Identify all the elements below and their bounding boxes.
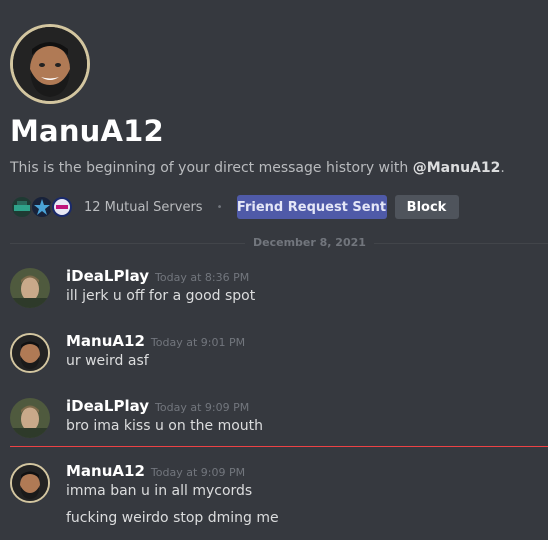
message-text: bro ima kiss u on the mouth	[66, 418, 264, 434]
message-author[interactable]: iDeaLPlay	[66, 267, 149, 285]
message-text: imma ban u in all mycords	[66, 483, 253, 499]
message-text: ill jerk u off for a good spot	[66, 288, 256, 304]
mutual-servers-row: 12 Mutual Servers • Friend Request Sent …	[10, 195, 459, 219]
server-icon-logo[interactable]	[50, 195, 74, 219]
intro-prefix: This is the beginning of your direct mes…	[10, 160, 413, 176]
message-header: ManuA12 Today at 9:09 PM	[66, 461, 245, 480]
message-timestamp: Today at 9:09 PM	[155, 401, 250, 414]
mutual-servers-link[interactable]: 12 Mutual Servers	[84, 200, 203, 215]
user-avatar-manua12[interactable]	[10, 463, 50, 503]
new-messages-divider	[10, 446, 548, 447]
message-header: iDeaLPlay Today at 8:36 PM	[66, 266, 249, 285]
message-text: fucking weirdo stop dming me	[66, 510, 279, 526]
profile-avatar[interactable]	[10, 24, 90, 104]
message-group: iDeaLPlay Today at 9:09 PM bro ima kiss u…	[10, 396, 548, 440]
message-author[interactable]: ManuA12	[66, 462, 145, 480]
intro-text: This is the beginning of your direct mes…	[10, 160, 505, 176]
user-avatar-manua12[interactable]	[10, 333, 50, 373]
message-group: iDeaLPlay Today at 8:36 PM ill jerk u off…	[10, 266, 548, 310]
user-avatar-idealplay[interactable]	[10, 398, 50, 438]
message-group: ManuA12 Today at 9:01 PM ur weird asf	[10, 331, 548, 375]
message-timestamp: Today at 9:09 PM	[150, 466, 246, 479]
intro-suffix: .	[500, 160, 505, 176]
user-avatar-idealplay[interactable]	[10, 268, 50, 308]
message-timestamp: Today at 8:36 PM	[155, 271, 250, 284]
message-author[interactable]: iDeaLPlay	[66, 397, 149, 415]
message-header: iDeaLPlay Today at 9:09 PM	[66, 396, 249, 415]
message-author[interactable]: ManuA12	[66, 332, 145, 350]
message-header: ManuA12 Today at 9:01 PM	[66, 331, 245, 350]
message-group: ManuA12 Today at 9:09 PM imma ban u in al…	[10, 461, 548, 531]
block-button[interactable]: Block	[394, 195, 459, 219]
profile-username: ManuA12	[10, 114, 164, 148]
message-text: ur weird asf	[66, 353, 149, 369]
friend-request-sent-button[interactable]: Friend Request Sent	[236, 195, 387, 219]
separator-dot: •	[216, 201, 223, 213]
message-timestamp: Today at 9:01 PM	[150, 336, 246, 349]
date-divider-label: December 8, 2021	[245, 236, 374, 249]
intro-handle[interactable]: @ManuA12	[413, 160, 501, 176]
